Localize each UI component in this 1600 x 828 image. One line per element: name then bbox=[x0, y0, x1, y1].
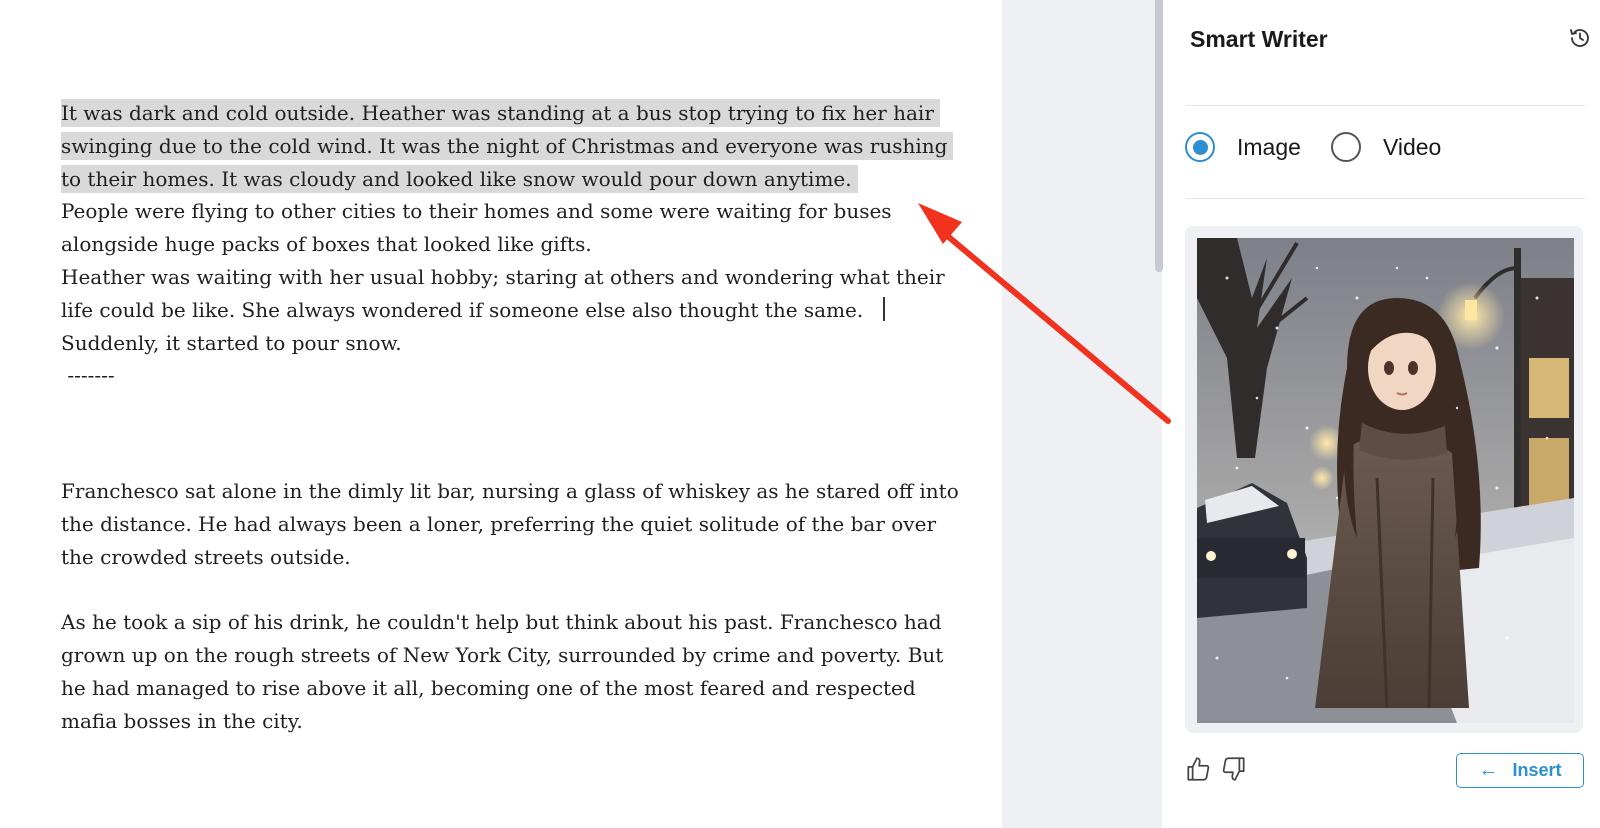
separator-line[interactable]: ------- bbox=[61, 359, 961, 392]
smart-writer-panel: Smart Writer Image Video ← Insert bbox=[1163, 0, 1600, 828]
generated-image[interactable] bbox=[1197, 238, 1574, 723]
text-selection[interactable]: It was dark and cold outside. Heather wa… bbox=[61, 99, 954, 193]
radio-image-label[interactable]: Image bbox=[1237, 134, 1301, 161]
editor-gutter bbox=[1002, 0, 1162, 828]
paragraph[interactable]: Suddenly, it started to pour snow. bbox=[61, 327, 961, 360]
insert-button[interactable]: ← Insert bbox=[1456, 753, 1584, 788]
insert-button-label: Insert bbox=[1512, 760, 1562, 780]
paragraph[interactable]: As he took a sip of his drink, he couldn… bbox=[61, 606, 961, 737]
panel-divider bbox=[1185, 105, 1585, 106]
illustration bbox=[1197, 238, 1574, 723]
text-cursor bbox=[883, 296, 886, 321]
thumbs-down-icon[interactable] bbox=[1221, 755, 1247, 783]
arrow-left-icon: ← bbox=[1478, 759, 1499, 781]
blank-lines bbox=[61, 392, 961, 442]
document-editor[interactable]: It was dark and cold outside. Heather wa… bbox=[0, 0, 1002, 828]
media-type-selector: Image Video bbox=[1185, 132, 1471, 162]
panel-title: Smart Writer bbox=[1190, 26, 1328, 52]
document-body[interactable]: It was dark and cold outside. Heather wa… bbox=[61, 97, 961, 737]
history-icon[interactable] bbox=[1568, 26, 1592, 50]
paragraph[interactable]: Franchesco sat alone in the dimly lit ba… bbox=[61, 475, 961, 573]
radio-selected-dot bbox=[1192, 139, 1208, 155]
panel-divider bbox=[1185, 198, 1585, 199]
thumbs-up-icon[interactable] bbox=[1185, 755, 1211, 783]
radio-image[interactable] bbox=[1185, 132, 1215, 162]
radio-video[interactable] bbox=[1330, 132, 1361, 162]
generated-image-card[interactable] bbox=[1185, 226, 1583, 733]
highlighted-paragraph[interactable]: It was dark and cold outside. Heather wa… bbox=[61, 97, 961, 195]
scrollbar-thumb[interactable] bbox=[1155, 0, 1163, 272]
paragraph-text[interactable]: Heather was waiting with her usual hobby… bbox=[61, 265, 945, 322]
paragraph-with-caret[interactable]: Heather was waiting with her usual hobby… bbox=[61, 261, 961, 327]
radio-video-label[interactable]: Video bbox=[1383, 134, 1441, 161]
paragraph[interactable]: People were flying to other cities to th… bbox=[61, 195, 961, 261]
